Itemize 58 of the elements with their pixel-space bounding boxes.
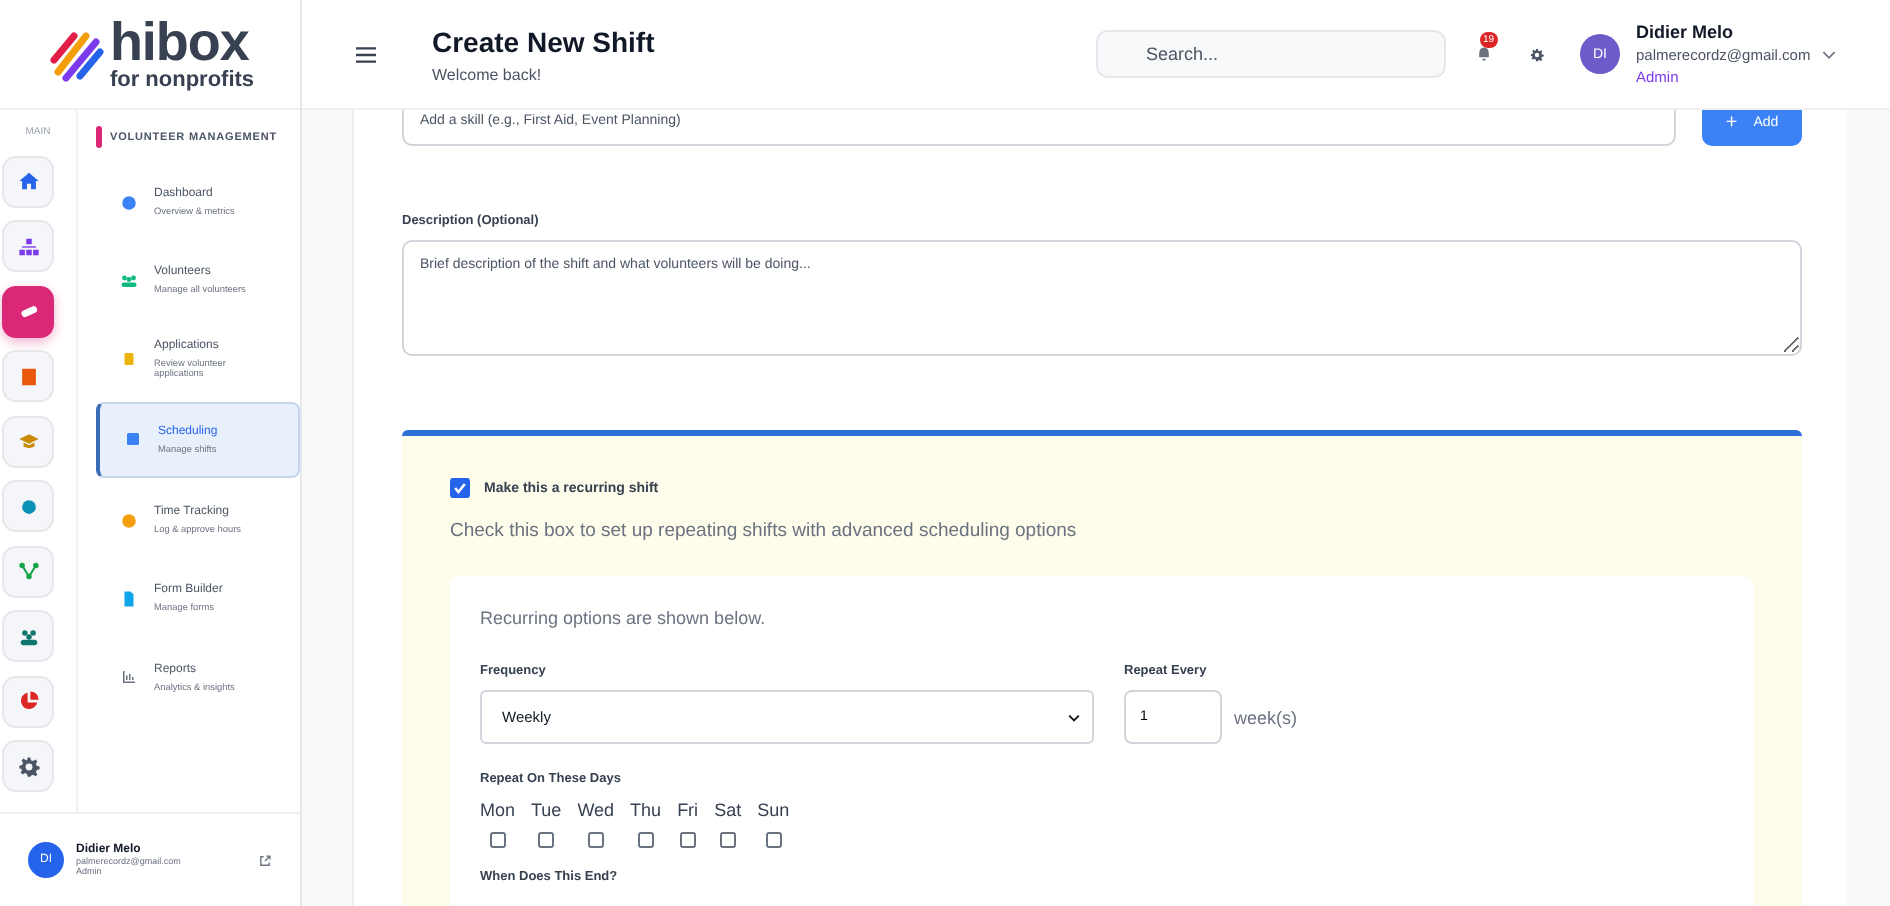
page-subtitle: Welcome back!	[432, 65, 544, 83]
day-label: Sun	[757, 800, 790, 820]
rail-button[interactable]	[2, 285, 54, 337]
bar-chart-icon	[120, 668, 138, 687]
circle-icon	[120, 193, 138, 211]
rail-button[interactable]	[2, 545, 54, 597]
logo-name: hibox	[109, 16, 249, 70]
unit-label: week(s)	[1234, 707, 1298, 727]
network-icon	[17, 560, 39, 582]
day-label: Sat	[714, 800, 742, 820]
day-checkbox[interactable]	[765, 832, 782, 848]
page-title: Create New Shift	[432, 25, 657, 57]
building-icon	[17, 365, 39, 387]
hierarchy-icon	[17, 235, 39, 257]
external-link-icon[interactable]	[258, 853, 272, 867]
day-label: Tue	[531, 800, 562, 820]
rail-button[interactable]	[2, 610, 54, 662]
document-icon	[120, 589, 138, 608]
people-icon	[17, 625, 39, 647]
pill-icon	[17, 300, 39, 322]
circle-icon	[17, 495, 39, 517]
gear-icon	[17, 755, 39, 777]
options-note: Recurring options are shown below.	[480, 608, 768, 628]
house-icon	[17, 170, 39, 192]
help-text: Check this box to set up repeating shifts with advanced scheduling options	[450, 520, 1079, 542]
day-checkbox[interactable]	[719, 832, 736, 848]
bell-icon[interactable]	[1476, 46, 1492, 62]
pie-chart-icon	[17, 690, 39, 712]
people-icon	[120, 271, 138, 290]
rail-button[interactable]	[2, 155, 54, 207]
day-label: Thu	[630, 800, 662, 820]
day-checkbox[interactable]	[489, 832, 506, 848]
chevron-down-icon	[1068, 713, 1080, 721]
rail-button[interactable]	[2, 675, 54, 727]
graduation-cap-icon	[17, 430, 39, 452]
section-marker	[96, 126, 102, 148]
day-label: Wed	[577, 800, 615, 820]
chevron-down-icon[interactable]	[1822, 49, 1837, 59]
day-checkbox[interactable]	[637, 832, 654, 848]
menu-icon[interactable]	[356, 45, 376, 63]
circle-icon	[120, 511, 138, 530]
calendar-icon	[124, 430, 142, 449]
clipboard-icon	[120, 350, 138, 369]
rail-button[interactable]	[2, 350, 54, 402]
settings-icon[interactable]	[1530, 47, 1544, 61]
day-checkbox[interactable]	[587, 832, 604, 848]
rail-button[interactable]	[2, 220, 54, 272]
day-checkbox[interactable]	[679, 832, 696, 848]
day-label: Mon	[480, 800, 516, 820]
day-label: Fri	[677, 800, 699, 820]
rail-button[interactable]	[2, 480, 54, 532]
user-name: Didier Melo	[1636, 22, 1736, 42]
day-checkbox[interactable]	[538, 832, 555, 848]
logo-tagline: for nonprofits	[109, 70, 255, 92]
logo[interactable]: hibox for nonprofits	[0, 0, 300, 110]
recurring-checkbox[interactable]	[450, 478, 470, 498]
search-field[interactable]: Search...	[1096, 30, 1446, 78]
rail-button[interactable]	[2, 740, 54, 792]
